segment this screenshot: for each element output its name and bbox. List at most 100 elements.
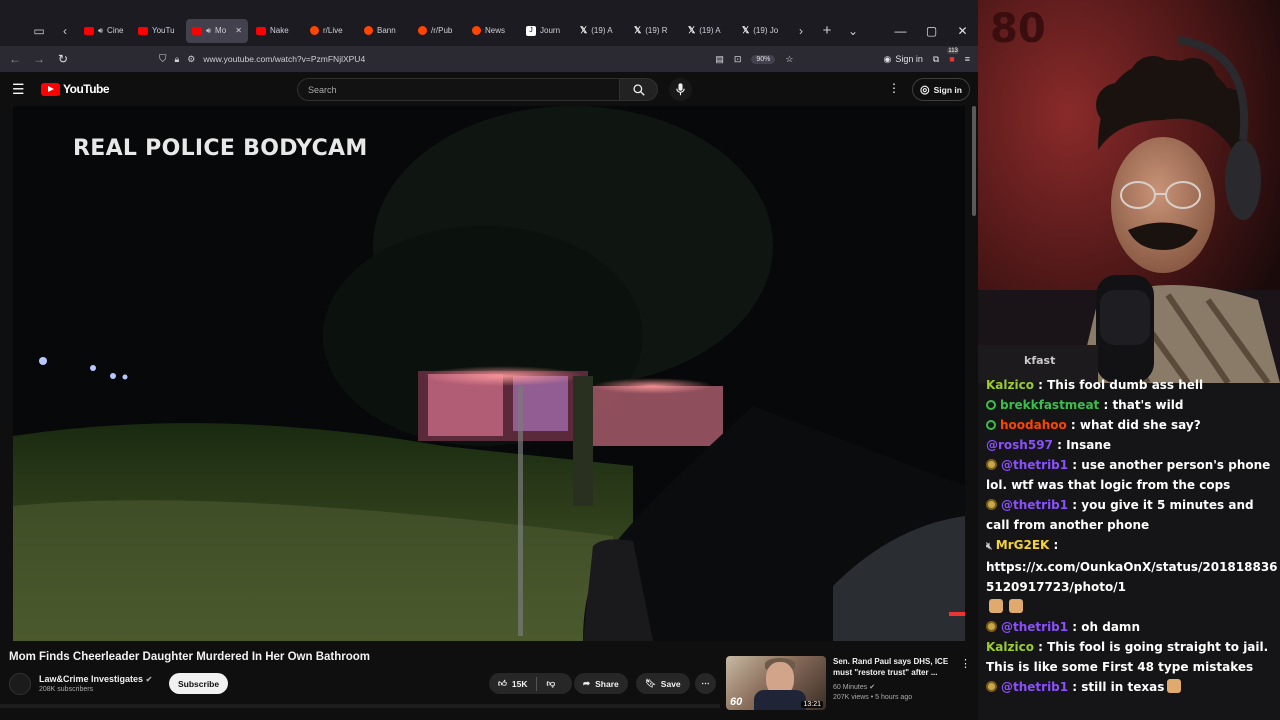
prime-badge-icon[interactable]	[986, 420, 996, 430]
browser-tab[interactable]: 🔊︎ Cinem	[78, 19, 130, 43]
tab-audio-icon[interactable]: 🔊︎	[206, 26, 211, 36]
chat-username[interactable]: MrG2EK	[996, 538, 1050, 552]
chat-username[interactable]: Kalzico	[986, 640, 1034, 654]
forward-icon[interactable]: →	[27, 52, 51, 66]
browser-tab-label: News	[485, 26, 506, 35]
like-button[interactable]: 👍︎ 15K	[498, 678, 527, 689]
chat-username[interactable]: @thetrib1	[1001, 458, 1068, 472]
permissions-icon[interactable]: ⚙	[187, 54, 195, 65]
app-menu-icon[interactable]: ≡	[965, 54, 970, 64]
chat-username[interactable]: @rosh597	[986, 438, 1053, 452]
webcam-image: 80 kfast	[978, 0, 1280, 383]
browser-tab[interactable]: 𝕏 (19) A	[574, 19, 626, 43]
chat-username[interactable]: hoodahoo	[1000, 418, 1067, 432]
subscriber-badge-icon[interactable]	[986, 459, 997, 470]
more-horizontal-icon: ⋯	[701, 678, 710, 688]
horizontal-scrollbar[interactable]	[0, 704, 720, 708]
browser-tab[interactable]: 𝕏 (19) R	[628, 19, 680, 43]
browser-tab[interactable]: 🔊︎ Mo ✕	[186, 18, 248, 43]
chat-separator: :	[1068, 498, 1082, 512]
x-favicon-icon: 𝕏	[742, 25, 750, 35]
tab-overflow-icon[interactable]: ⌄	[840, 18, 866, 44]
search-button[interactable]	[620, 78, 658, 101]
close-tab-icon[interactable]: ✕	[235, 26, 242, 35]
browser-tab[interactable]: 𝕏 (19) Jo	[736, 19, 788, 43]
chat-username[interactable]: @thetrib1	[1001, 680, 1068, 694]
chat-separator: :	[1033, 378, 1048, 392]
url-text[interactable]: www.youtube.com/watch?v=PzmFNjlXPU4	[203, 54, 365, 64]
save-label: Save	[660, 678, 681, 689]
prime-badge-icon[interactable]	[986, 400, 996, 410]
account-signin[interactable]: ◉ Sign in	[883, 54, 922, 65]
new-tab-icon[interactable]: +	[814, 18, 840, 44]
zoom-level[interactable]: 90%	[751, 54, 776, 64]
guide-menu-icon[interactable]: ☰	[12, 81, 25, 98]
youtube-favicon-icon	[192, 26, 202, 35]
maximize-icon[interactable]: ▢	[916, 24, 947, 38]
channel-name[interactable]: Law&Crime Investigates ✔	[39, 674, 152, 684]
recommended-title[interactable]: Sen. Rand Paul says DHS, ICE must "resto…	[833, 657, 953, 678]
shield-icon[interactable]: ⛉	[159, 54, 167, 65]
youtube-logo[interactable]: YouTube	[41, 82, 110, 96]
recommended-kebab-icon[interactable]: ⋮	[960, 657, 971, 670]
subscriber-badge-icon[interactable]	[986, 681, 997, 692]
chat-text: what did she say?	[1079, 418, 1201, 432]
minimize-icon[interactable]: —	[885, 24, 916, 38]
save-button[interactable]: 🔖︎ Save	[636, 673, 690, 694]
page-scrollbar[interactable]	[972, 106, 976, 216]
bookmark-star-icon[interactable]: ☆	[785, 54, 793, 65]
dislike-button[interactable]: 👎︎	[546, 678, 555, 689]
chat-text[interactable]: https://x.com/OunkaOnX/status/2018188365…	[986, 557, 1280, 597]
recommended-thumbnail[interactable]: 60 13:21	[726, 656, 826, 710]
channel-avatar[interactable]	[9, 673, 31, 695]
reader-view-icon[interactable]: ▤	[715, 54, 724, 65]
extensions-icon[interactable]: ⧉	[933, 54, 939, 65]
chat-username[interactable]: Kalzico	[986, 378, 1034, 392]
screenshot-icon[interactable]: ⊡	[734, 54, 742, 65]
more-actions-button[interactable]: ⋯	[695, 673, 716, 694]
youtube-signin-button[interactable]: ◎ Sign in	[912, 78, 970, 101]
chat-username[interactable]: brekkfastmeat	[1000, 398, 1099, 412]
extension-badge-icon[interactable]: ■ 113	[947, 48, 959, 64]
channel-name-text[interactable]: Law&Crime Investigates	[39, 674, 143, 684]
browser-tab[interactable]: YouTu	[132, 19, 184, 43]
tab-audio-icon[interactable]: 🔊︎	[98, 26, 103, 36]
nav-bar: ← → ↻ ⛉ 🔒︎ ⚙ www.youtube.com/watch?v=Pzm…	[0, 46, 978, 72]
like-count: 15K	[511, 678, 528, 689]
chat-emote-icon	[1009, 599, 1023, 613]
reload-icon[interactable]: ↻	[51, 52, 75, 66]
chat-separator: :	[1099, 398, 1113, 412]
browser-tab-label: Journ	[540, 26, 561, 35]
back-icon[interactable]: ←	[3, 52, 27, 66]
close-window-icon[interactable]: ✕	[947, 24, 978, 38]
lock-icon[interactable]: 🔒︎	[175, 54, 180, 65]
tab-list-icon[interactable]: ▭	[26, 18, 52, 44]
browser-tab[interactable]: J Journ	[520, 19, 572, 43]
video-player[interactable]: REAL POLICE BODYCAM	[13, 106, 965, 641]
search-input[interactable]	[308, 84, 619, 95]
tab-bar: ▭ ‹ 🔊︎ Cinem YouTu 🔊︎ Mo ✕ Nake r/Live Bann/r/Pu…	[0, 15, 978, 46]
settings-kebab-icon[interactable]: ⋮	[888, 81, 900, 95]
subscribe-button[interactable]: Subscribe	[169, 673, 229, 694]
chat-username[interactable]: @thetrib1	[1001, 620, 1068, 634]
recommended-channel[interactable]: 60 Minutes ✔	[833, 683, 875, 691]
chat-message: hoodahoo : what did she say?	[986, 415, 1280, 435]
voice-search-button[interactable]	[669, 78, 692, 101]
browser-tab[interactable]: 𝕏 (19) A	[682, 19, 734, 43]
recommended-channel-text[interactable]: 60 Minutes	[833, 684, 867, 691]
address-bar[interactable]: ⛉ 🔒︎ ⚙ www.youtube.com/watch?v=PzmFNjlXP…	[155, 48, 775, 70]
browser-tab[interactable]: Bann	[358, 19, 410, 43]
chat-message: 🔇︎ MrG2EK : https://x.com/OunkaOnX/statu…	[986, 535, 1280, 617]
subscriber-badge-icon[interactable]	[986, 621, 997, 632]
video-overlay-caption: REAL POLICE BODYCAM	[73, 136, 368, 161]
chat-username[interactable]: @thetrib1	[1001, 498, 1068, 512]
browser-tab[interactable]: r/Live	[304, 19, 356, 43]
subscriber-badge-icon[interactable]	[986, 499, 997, 510]
share-button[interactable]: ➦ Share	[574, 673, 628, 694]
tab-scroll-left-icon[interactable]: ‹	[52, 18, 78, 44]
tab-scroll-right-icon[interactable]: ›	[788, 18, 814, 44]
browser-tab[interactable]: Nake	[250, 19, 302, 43]
browser-tab[interactable]: News	[466, 19, 518, 43]
browser-tab[interactable]: /r/Pub	[412, 19, 464, 43]
chat-separator: :	[1049, 538, 1059, 552]
